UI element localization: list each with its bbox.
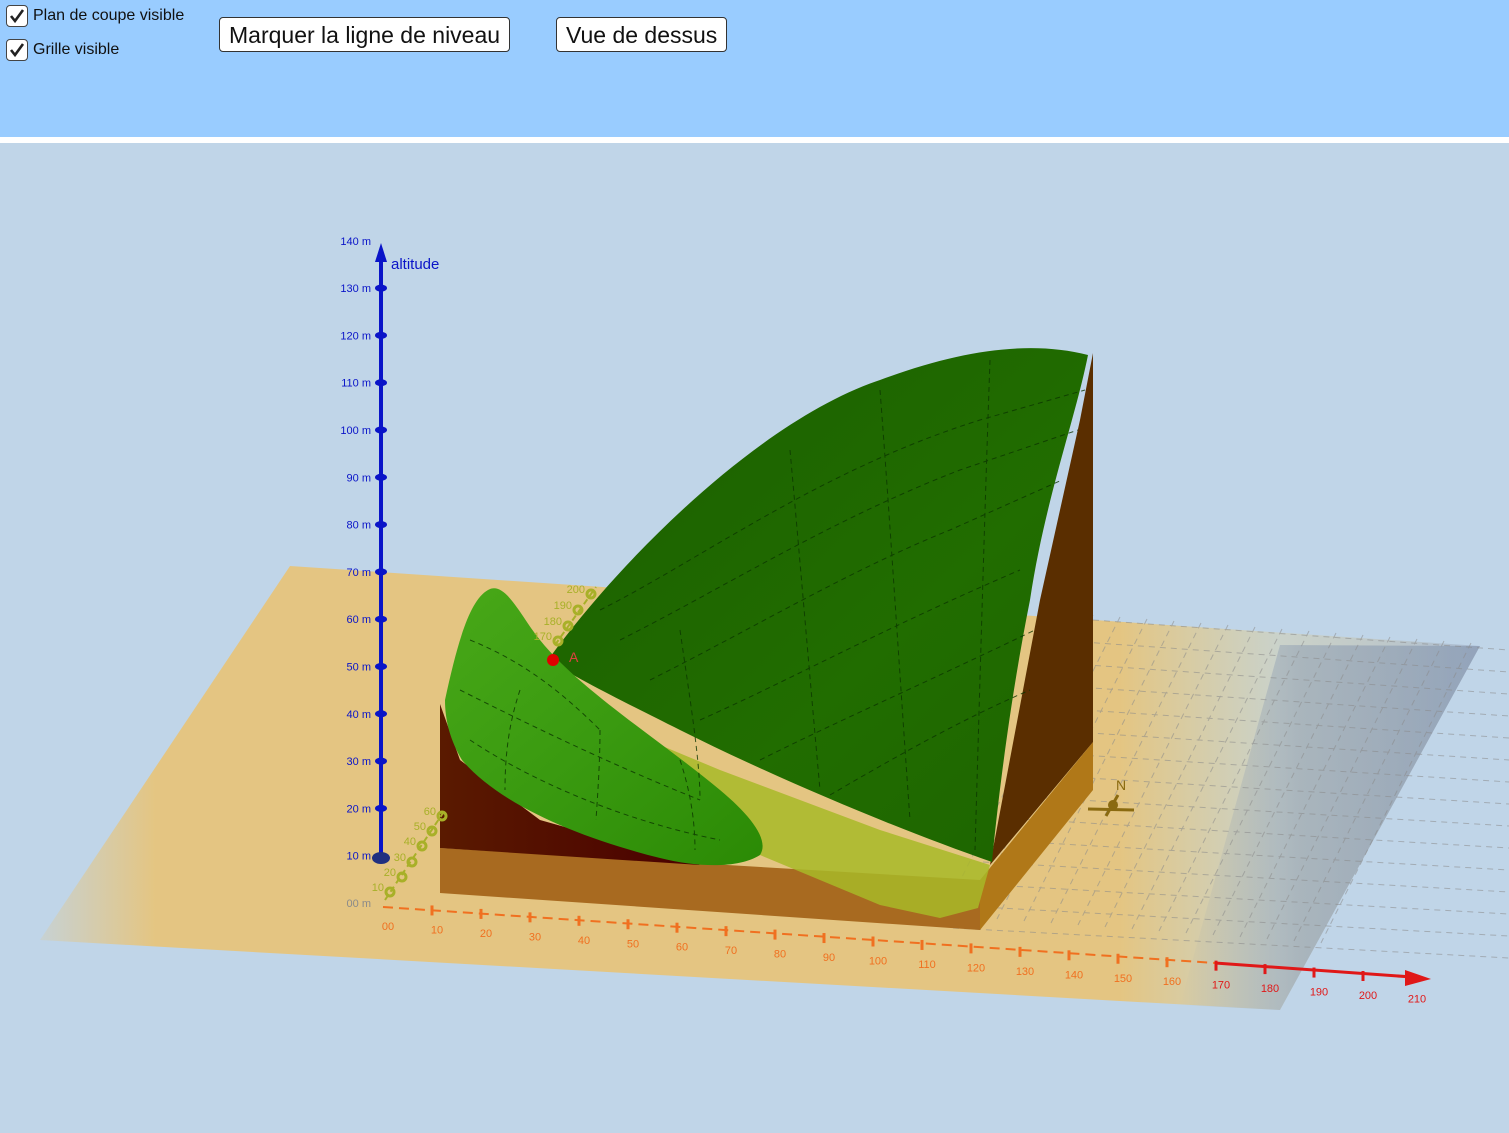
y-tick-label: 190 (554, 600, 572, 612)
altitude-tick (375, 615, 387, 623)
altitude-tick (375, 284, 387, 292)
altitude-tick-label: 100 m (340, 425, 371, 437)
cut-plane-checkbox[interactable]: Plan de coupe visible (6, 5, 184, 27)
y-tick-label: 30 (394, 852, 406, 864)
altitude-tick (375, 426, 387, 434)
top-view-button[interactable]: Vue de dessus (556, 17, 728, 52)
x-tick-label: 190 (1310, 987, 1328, 999)
compass-icon (1108, 800, 1118, 810)
x-tick-label: 40 (578, 935, 590, 947)
check-icon (6, 5, 28, 27)
altitude-tick (375, 663, 387, 670)
x-tick-label: 180 (1261, 983, 1279, 995)
x-tick-label: 100 (869, 956, 887, 968)
north-label: N (1116, 777, 1126, 793)
altitude-tick-label: 80 m (347, 520, 371, 532)
altitude-tick-label: 130 m (340, 283, 371, 295)
altitude-tick-label: 140 m (340, 236, 371, 248)
x-tick-label: 200 (1359, 990, 1377, 1002)
y-tick-label: 50 (414, 821, 426, 833)
x-tick-label: 20 (480, 928, 492, 940)
x-tick-label: 140 (1065, 969, 1083, 981)
grid-checkbox[interactable]: Grille visible (6, 39, 119, 61)
3d-canvas[interactable]: 00 m 10 m 20 m 30 m 40 m 50 m 60 m 70 m 80 m 90 m… (0, 143, 1509, 1128)
x-tick-label: 70 (725, 945, 737, 957)
x-tick-label: 210 (1408, 993, 1426, 1005)
x-tick-label: 60 (676, 942, 688, 954)
altitude-tick (375, 568, 387, 576)
x-tick-label: 120 (967, 962, 985, 974)
x-tick-label: 10 (431, 924, 443, 936)
x-tick-label: 110 (918, 959, 936, 971)
y-tick-label: 170 (534, 631, 552, 643)
toolbar: Plan de coupe visible Grille visible Mar… (0, 0, 1509, 137)
y-tick-label: 40 (404, 836, 416, 848)
check-icon (6, 39, 28, 61)
grid-label: Grille visible (33, 41, 120, 58)
altitude-tick-label: 10 m (347, 851, 371, 863)
x-tick-label: 130 (1016, 966, 1034, 978)
x-tick-label: 30 (529, 931, 541, 943)
y-tick-label: 200 (567, 584, 585, 596)
altitude-tick-label: 30 m (347, 756, 371, 768)
altitude-tick-label: 120 m (340, 330, 371, 342)
altitude-tick-label: 00 m (347, 898, 371, 910)
x-tick-label: 160 (1163, 976, 1181, 988)
3d-view[interactable]: 00 m 10 m 20 m 30 m 40 m 50 m 60 m 70 m 80 m 90 m… (0, 143, 1509, 1128)
altitude-tick (375, 521, 387, 529)
altitude-tick-label: 90 m (347, 472, 371, 484)
altitude-tick-label: 50 m (347, 662, 371, 674)
altitude-tick-label: 60 m (347, 614, 371, 626)
altitude-tick-label: 40 m (347, 709, 371, 721)
altitude-tick (375, 757, 387, 765)
x-axis-arrow (1405, 970, 1431, 986)
cut-plane-label: Plan de coupe visible (33, 7, 185, 24)
altitude-tick (375, 804, 387, 812)
y-tick-label: 20 (384, 867, 396, 879)
altitude-axis-label: altitude (391, 256, 439, 273)
axis-origin-marker (372, 852, 390, 864)
point-a-marker[interactable] (547, 654, 559, 666)
point-a-label: A (569, 649, 579, 665)
x-tick-label: 170 (1212, 980, 1230, 992)
x-tick-label: 90 (823, 952, 835, 964)
altitude-tick (375, 379, 387, 387)
x-tick-label: 50 (627, 938, 639, 950)
altitude-tick (375, 710, 387, 718)
y-tick-label: 60 (424, 806, 436, 818)
y-tick-label: 180 (544, 616, 562, 628)
x-tick-label: 00 (382, 921, 394, 933)
altitude-tick (375, 331, 387, 339)
altitude-tick-label: 110 m (341, 378, 371, 390)
x-tick-label: 150 (1114, 973, 1132, 985)
altitude-tick (375, 473, 387, 481)
altitude-tick-label: 70 m (347, 567, 371, 579)
x-tick-label: 80 (774, 949, 786, 961)
altitude-tick-label: 20 m (347, 803, 371, 815)
y-tick-label: 10 (372, 882, 384, 894)
mark-level-line-button[interactable]: Marquer la ligne de niveau (219, 17, 511, 52)
